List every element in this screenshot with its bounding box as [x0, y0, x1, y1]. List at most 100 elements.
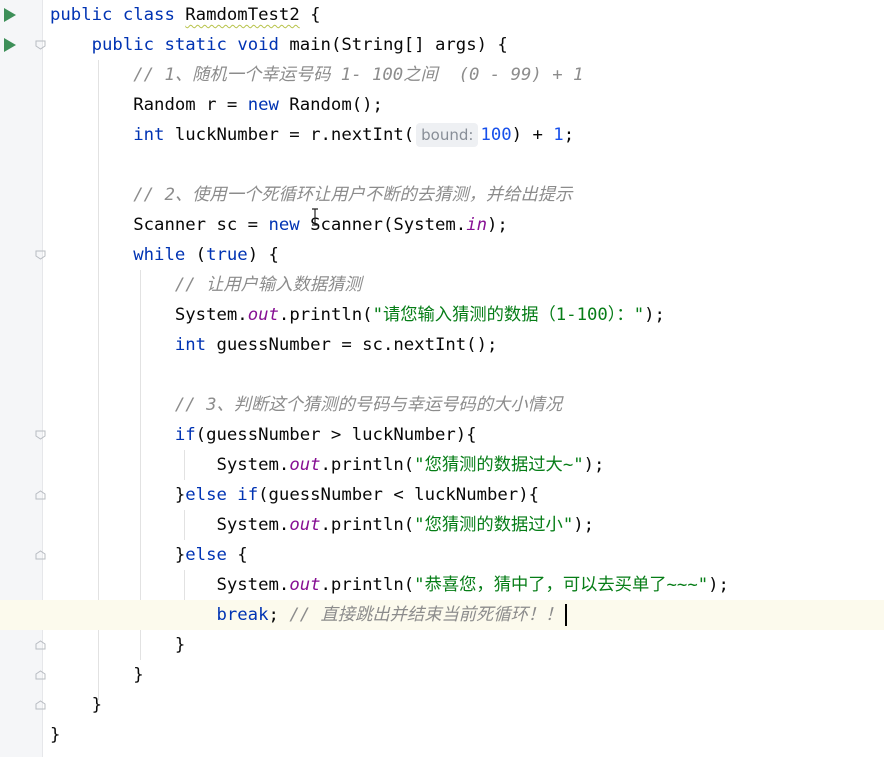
code-line-current[interactable]: break; // 直接跳出并结束当前死循环！！ — [0, 600, 884, 630]
fold-close-icon[interactable] — [35, 700, 46, 710]
code-token: { — [226, 545, 248, 565]
run-main-icon[interactable] — [4, 38, 16, 52]
keyword: static — [164, 35, 227, 55]
code-line[interactable]: public static void main(String[] args) { — [50, 30, 884, 60]
code-token: System. — [216, 515, 290, 535]
keyword: else — [185, 545, 227, 565]
code-token: ; — [268, 605, 290, 625]
code-comment: // 3、判断这个猜测的号码与幸运号码的大小情况 — [174, 395, 563, 415]
code-line[interactable]: }else if(guessNumber < luckNumber){ — [50, 480, 884, 510]
fold-close-icon[interactable] — [35, 640, 46, 650]
code-line[interactable]: public class RamdomTest2 { — [50, 0, 884, 30]
fold-open-icon[interactable] — [35, 40, 46, 50]
code-token: (guessNumber < luckNumber){ — [258, 485, 540, 505]
code-token: ( — [185, 245, 207, 265]
number-literal: 100 — [480, 125, 512, 145]
code-line[interactable]: // 2、使用一个死循环让用户不断的去猜测，并给出提示 — [50, 180, 884, 210]
code-line[interactable] — [50, 360, 884, 390]
code-token: main(String[] args) { — [289, 35, 508, 55]
code-comment: // 让用户输入数据猜测 — [174, 275, 362, 295]
code-token: { — [299, 5, 321, 25]
fold-close-icon[interactable] — [35, 550, 46, 560]
fold-close-icon[interactable] — [35, 490, 46, 500]
number-literal: 1 — [553, 125, 564, 145]
code-line[interactable]: } — [50, 630, 884, 660]
keyword: if — [174, 425, 196, 445]
code-line[interactable]: System.out.println("恭喜您，猜中了，可以去买单了~~~"); — [50, 570, 884, 600]
class-name: RamdomTest2 — [185, 5, 300, 25]
run-class-icon[interactable] — [4, 8, 16, 22]
fold-close-icon[interactable] — [35, 670, 46, 680]
code-line[interactable]: // 1、随机一个幸运号码 1- 100之间 (0 - 99) + 1 — [50, 60, 884, 90]
code-line[interactable]: }else { — [50, 540, 884, 570]
code-line[interactable]: } — [50, 690, 884, 720]
code-token: guessNumber = sc.nextInt(); — [206, 335, 498, 355]
code-editor[interactable]: public class RamdomTest2 { public static… — [0, 0, 884, 757]
code-line[interactable]: System.out.println("请您输入猜测的数据（1-100）："); — [50, 300, 884, 330]
parameter-hint: bound: — [416, 123, 479, 147]
code-line[interactable]: while (true) { — [50, 240, 884, 270]
code-line[interactable]: System.out.println("您猜测的数据过小"); — [50, 510, 884, 540]
keyword: int — [174, 335, 207, 355]
code-line[interactable]: Scanner sc = new Scanner(System.in); — [50, 210, 884, 240]
code-token: .println( — [278, 305, 373, 325]
static-field: out — [289, 515, 321, 535]
code-token: System. — [174, 305, 248, 325]
brace: } — [133, 665, 144, 685]
code-line[interactable]: if(guessNumber > luckNumber){ — [50, 420, 884, 450]
brace: } — [174, 635, 186, 655]
keyword: while — [133, 245, 186, 265]
brace: } — [91, 695, 103, 715]
code-line[interactable]: // 让用户输入数据猜测 — [50, 270, 884, 300]
code-comment: // 直接跳出并结束当前死循环！！ — [289, 605, 563, 625]
code-token: ); — [573, 515, 595, 535]
code-token: System. — [216, 575, 290, 595]
code-line[interactable]: System.out.println("您猜测的数据过大~"); — [50, 450, 884, 480]
code-token: .println( — [320, 455, 415, 475]
code-token: ) { — [247, 245, 279, 265]
code-line[interactable]: } — [50, 720, 884, 750]
keyword: new — [268, 215, 300, 235]
code-line[interactable]: } — [50, 660, 884, 690]
code-token: Random(); — [278, 95, 383, 115]
code-line[interactable]: int guessNumber = sc.nextInt(); — [50, 330, 884, 360]
code-token: (guessNumber > luckNumber){ — [195, 425, 477, 445]
keyword: public — [50, 5, 113, 25]
code-line[interactable]: // 3、判断这个猜测的号码与幸运号码的大小情况 — [50, 390, 884, 420]
code-line[interactable]: int luckNumber = r.nextInt(bound: 100) + … — [50, 120, 884, 150]
keyword: if — [237, 485, 259, 505]
code-comment: // 1、随机一个幸运号码 1- 100之间 (0 - 99) + 1 — [133, 65, 584, 85]
code-comment: // 2、使用一个死循环让用户不断的去猜测，并给出提示 — [133, 185, 573, 205]
code-token: System. — [216, 455, 290, 475]
code-line[interactable] — [50, 150, 884, 180]
static-field: in — [466, 215, 487, 235]
code-token: Random r = — [133, 95, 248, 115]
text-caret — [565, 604, 568, 626]
code-token: ); — [487, 215, 508, 235]
static-field: out — [289, 575, 321, 595]
fold-open-icon[interactable] — [35, 430, 46, 440]
keyword: else — [185, 485, 227, 505]
code-token: luckNumber = r.nextInt( — [164, 125, 415, 145]
fold-open-icon[interactable] — [35, 250, 46, 260]
code-token: ); — [708, 575, 729, 595]
code-token: .println( — [320, 575, 415, 595]
static-field: out — [247, 305, 279, 325]
code-line[interactable]: Random r = new Random(); — [50, 90, 884, 120]
